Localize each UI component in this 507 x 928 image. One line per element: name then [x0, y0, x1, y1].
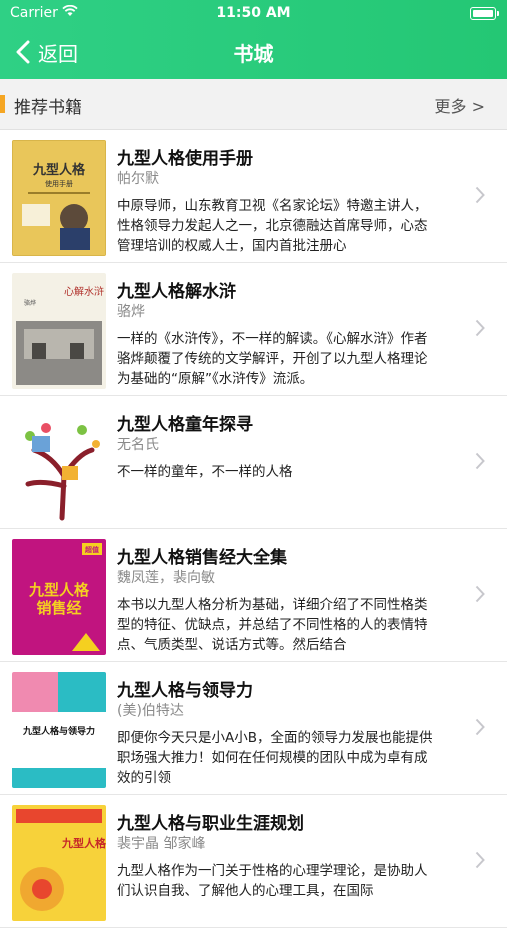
- book-author: 无名氏: [117, 437, 159, 453]
- book-list: 九型人格 使用手册 九型人格使用手册 帕尔默 中原导师，山东教育卫视《名家论坛》…: [0, 130, 507, 928]
- book-author: 骆烨: [117, 304, 145, 320]
- book-author: 魏凤莲，裴向敏: [117, 570, 215, 586]
- book-list-item[interactable]: 超值 九型人格 销售经 九型人格销售经大全集 魏凤莲，裴向敏 本书以九型人格分析…: [0, 529, 507, 662]
- book-title: 九型人格解水浒: [117, 282, 236, 302]
- chevron-right-icon: [475, 452, 485, 470]
- cover-badge-text: 超值: [85, 545, 99, 554]
- book-description: 一样的《水浒传》，不一样的解读。《心解水浒》作者骆烨颠覆了传统的文学解评，开创了…: [117, 331, 428, 387]
- book-list-item[interactable]: 九型人格 九型人格与职业生涯规划 裴宇晶 邹家峰 九型人格作为一门关于性格的心理…: [0, 795, 507, 928]
- cover-title-text: 九型人格: [61, 836, 106, 850]
- cover-title-text: 九型人格与领导力: [22, 725, 95, 737]
- book-cover-image: 超值 九型人格 销售经: [12, 539, 106, 655]
- section-accent-bar: [0, 95, 5, 113]
- book-description: 中原导师，山东教育卫视《名家论坛》特邀主讲人，性格领导力发起人之一，北京德融达首…: [117, 198, 428, 254]
- section-header: 推荐书籍 更多 >: [0, 79, 507, 130]
- navigation-header: Carrier 11:50 AM 返回 书城: [0, 0, 507, 79]
- book-list-item[interactable]: 九型人格童年探寻 无名氏 不一样的童年，不一样的人格: [0, 396, 507, 529]
- book-title: 九型人格与职业生涯规划: [117, 814, 304, 834]
- book-description: 即便你今天只是小A小B，全面的领导力发展也能提供职场强大推力！如何在任何规模的团…: [117, 730, 433, 786]
- page-title: 书城: [233, 42, 274, 66]
- book-title: 九型人格与领导力: [117, 681, 253, 701]
- battery-icon: [470, 7, 499, 20]
- cover-subtitle-text: 销售经: [36, 599, 81, 617]
- more-button[interactable]: 更多 >: [435, 93, 486, 117]
- book-cover-image: 九型人格: [12, 805, 106, 921]
- cover-subtitle-text: 骆烨: [24, 299, 36, 307]
- book-cover-image: 九型人格与领导力: [12, 672, 106, 788]
- cover-title-text: 九型人格: [32, 162, 86, 178]
- section-title: 推荐书籍: [14, 98, 82, 118]
- chevron-right-icon: [475, 718, 485, 736]
- chevron-right-icon: [475, 319, 485, 337]
- book-title: 九型人格童年探寻: [117, 415, 253, 435]
- cover-subtitle-text: 使用手册: [45, 179, 73, 188]
- cover-title-text: 九型人格: [28, 581, 90, 599]
- book-description: 本书以九型人格分析为基础，详细介绍了不同性格类型的特征、优缺点，并总结了不同性格…: [117, 597, 428, 653]
- chevron-right-icon: [475, 851, 485, 869]
- book-cover-image: 心解水浒 骆烨: [12, 273, 106, 389]
- book-title: 九型人格销售经大全集: [117, 548, 287, 568]
- book-author: 帕尔默: [117, 171, 159, 187]
- status-time: 11:50 AM: [216, 5, 291, 21]
- book-author: (美)伯特达: [117, 703, 184, 719]
- book-list-item[interactable]: 九型人格与领导力 九型人格与领导力 (美)伯特达 即便你今天只是小A小B，全面的…: [0, 662, 507, 795]
- book-description: 不一样的童年，不一样的人格: [117, 464, 293, 480]
- status-bar: Carrier 11:50 AM: [0, 0, 507, 28]
- book-description: 九型人格作为一门关于性格的心理学理论，是协助人们认识自我、了解他人的心理工具，在…: [117, 863, 428, 899]
- cover-title-text: 心解水浒: [64, 285, 104, 298]
- book-list-item[interactable]: 九型人格 使用手册 九型人格使用手册 帕尔默 中原导师，山东教育卫视《名家论坛》…: [0, 130, 507, 263]
- chevron-right-icon: [475, 585, 485, 603]
- book-author: 裴宇晶 邹家峰: [117, 836, 206, 852]
- chevron-right-icon: [475, 186, 485, 204]
- book-cover-image: 九型人格 使用手册: [12, 140, 106, 256]
- book-cover-image: [12, 406, 106, 522]
- book-list-item[interactable]: 心解水浒 骆烨 九型人格解水浒 骆烨 一样的《水浒传》，不一样的解读。《心解水浒…: [0, 263, 507, 396]
- book-title: 九型人格使用手册: [117, 149, 253, 169]
